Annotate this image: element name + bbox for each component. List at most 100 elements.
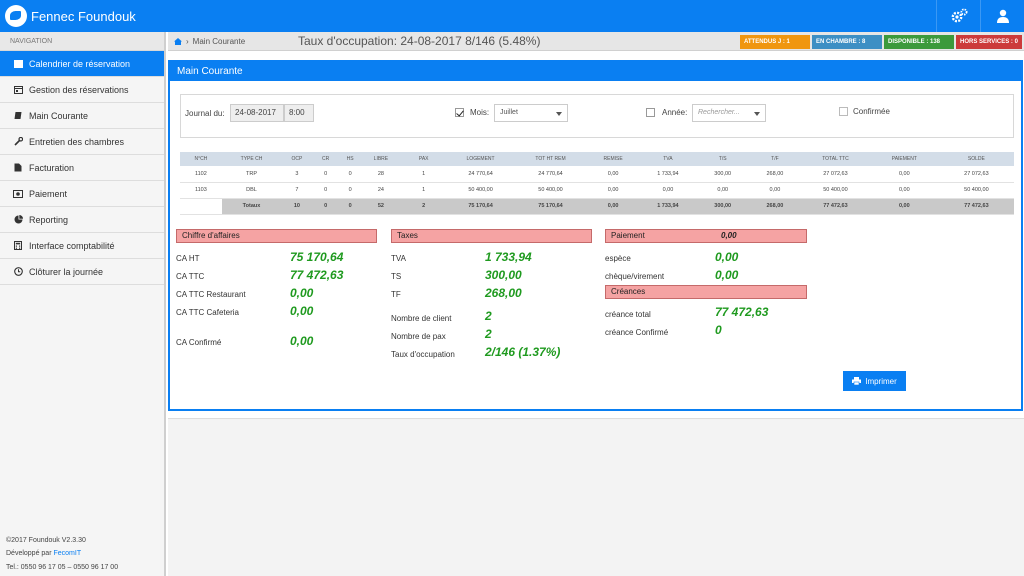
col-header[interactable]: HS [338,152,362,166]
col-header[interactable]: REMISE [587,152,640,166]
col-header[interactable]: SOLDE [938,152,1014,166]
tf-value: 268,00 [485,286,522,300]
paiement-header: Paiement 0,00 [605,229,807,243]
table-cell: 0,00 [869,182,939,199]
table-cell: 27 072,63 [801,166,870,183]
table-cell: 300,00 [696,166,749,183]
taux-occupation-label: Taux d'occupation [391,350,455,359]
chevron-down-icon [556,112,562,116]
sidebar-item-cloturer[interactable]: Clôturer la journée [0,259,164,285]
fennec-logo[interactable] [5,5,27,27]
col-header[interactable]: N°CH [180,152,222,166]
sidebar-item-calendrier[interactable]: Calendrier de réservation [0,51,164,77]
journal-time-input[interactable]: 8:00 [284,104,314,122]
table-cell: 3 [281,166,313,183]
table-cell: 50 400,00 [801,182,870,199]
app-title[interactable]: Fennec Foundouk [31,9,136,24]
table-cell: 0 [312,198,339,215]
sidebar-item-entretien[interactable]: Entretien des chambres [0,129,164,155]
cheque-virement-value: 0,00 [715,268,739,282]
table-cell: 27 072,63 [938,166,1014,183]
col-header[interactable]: TVA [639,152,697,166]
col-header[interactable]: CR [312,152,339,166]
annee-select[interactable]: Rechercher... [692,104,766,122]
nombre-pax-label: Nombre de pax [391,332,446,341]
nombre-pax-value: 2 [485,327,492,341]
confirmee-checkbox[interactable] [839,107,848,116]
user-profile-button[interactable] [980,0,1024,32]
annee-placeholder: Rechercher... [698,109,740,116]
sidebar-item-gestion-reservations[interactable]: Gestion des réservations [0,77,164,103]
settings-gears-button[interactable] [936,0,980,32]
nav-header: NAVIGATION [0,32,164,51]
col-header[interactable]: TYPE CH [221,152,282,166]
developer-prefix: Développé par [6,550,54,557]
creances-header: Créances [605,285,807,299]
table-cell: Totaux [221,198,282,215]
chevron-right-icon: › [186,36,189,46]
mois-select[interactable]: Juillet [494,104,568,122]
mois-select-value: Juillet [500,109,518,116]
sidebar-item-paiement[interactable]: Paiement [0,181,164,207]
table-row[interactable]: 1103 DBL 7 0 0 24 1 50 400,00 50 400,00 … [180,182,1014,199]
badge-attendus[interactable]: ATTENDUS J : 1 [740,35,810,49]
rooms-table: N°CH TYPE CH OCP CR HS LIBRE PAX LOGEMEN… [180,152,1014,215]
table-cell: 24 [361,182,401,199]
col-header[interactable]: OCP [281,152,313,166]
table-cell: 24 770,64 [513,166,588,183]
sidebar-item-label: Interface comptabilité [29,240,115,251]
table-cell: 0,00 [869,166,939,183]
annee-label: Année: [662,108,688,117]
col-header[interactable]: LIBRE [361,152,401,166]
tva-value: 1 733,94 [485,250,532,264]
sidebar-item-facturation[interactable]: Facturation [0,155,164,181]
col-header[interactable]: T/F [748,152,801,166]
table-cell: 0,00 [748,182,801,199]
table-cell: 52 [361,198,401,215]
table-cell: 0,00 [696,182,749,199]
sidebar-item-main-courante[interactable]: Main Courante [0,103,164,129]
table-cell: DBL [221,182,282,199]
paiement-header-value: 0,00 [721,231,737,240]
col-header[interactable]: TOT HT REM [513,152,588,166]
col-header[interactable]: PAIEMENT [869,152,939,166]
col-header[interactable]: PAX [400,152,448,166]
phone-text: Tel.: 0550 96 17 05 – 0550 96 17 00 [6,563,119,571]
table-cell: 50 400,00 [938,182,1014,199]
wrench-icon [13,137,23,147]
creance-confirme-label: créance Confirmé [605,328,669,337]
chiffre-affaires-header: Chiffre d'affaires [176,229,377,243]
breadcrumb-current[interactable]: Main Courante [193,37,245,46]
developer-link[interactable]: FecomIT [53,550,81,557]
ca-ttc-restaurant-label: CA TTC Restaurant [176,290,246,299]
col-header[interactable]: LOGEMENT [447,152,514,166]
sidebar-item-label: Gestion des réservations [29,84,129,95]
annee-checkbox[interactable] [646,108,655,117]
table-cell: 1 [400,182,448,199]
main-courante-panel: Main Courante Journal du: 24-08-2017 8:0… [168,60,1023,411]
journal-label: Journal du: [185,109,225,118]
sidebar-item-reporting[interactable]: Reporting [0,207,164,233]
sidebar-item-label: Facturation [29,162,75,173]
table-row[interactable]: 1102 TRP 3 0 0 28 1 24 770,64 24 770,64 … [180,166,1014,183]
badge-hors-services[interactable]: HORS SERVICES : 0 [956,35,1022,49]
col-header[interactable]: TOTAL TTC [801,152,870,166]
home-icon[interactable] [174,37,182,45]
print-button[interactable]: Imprimer [843,371,906,391]
badge-en-chambre[interactable]: EN CHAMBRE : 8 [812,35,882,49]
journal-date-input[interactable]: 24-08-2017 [230,104,284,122]
sidebar-item-interface-comptabilite[interactable]: Interface comptabilité [0,233,164,259]
confirmee-label: Confirmée [853,107,890,116]
table-cell: 0 [338,198,362,215]
badge-disponible[interactable]: DISPONIBLE : 138 [884,35,954,49]
table-header-row: N°CH TYPE CH OCP CR HS LIBRE PAX LOGEMEN… [180,152,1014,166]
col-header[interactable]: T/S [696,152,749,166]
status-badges: ATTENDUS J : 1 EN CHAMBRE : 8 DISPONIBLE… [740,35,1022,49]
version-text: ©2017 Foundouk V2.3.30 [6,536,86,544]
ca-ttc-cafeteria-label: CA TTC Cafeteria [176,308,239,317]
breadcrumb-bar: › Main Courante Taux d'occupation: 24-08… [168,32,1024,51]
print-icon [852,377,862,385]
panel-title: Main Courante [170,62,1021,81]
mois-checkbox[interactable] [455,108,464,117]
clock-icon [13,267,23,277]
